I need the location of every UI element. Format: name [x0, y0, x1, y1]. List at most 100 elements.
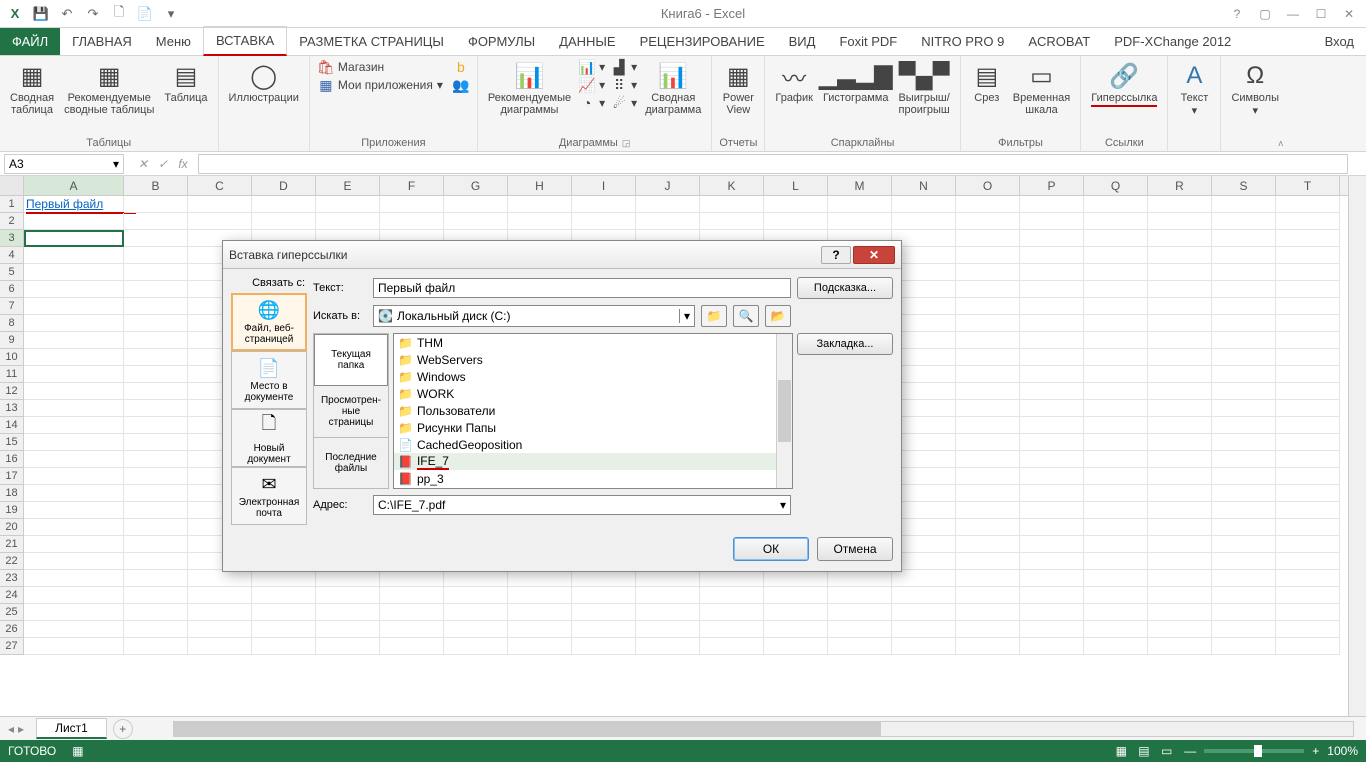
cell-B2[interactable]: [124, 213, 188, 230]
cell-H26[interactable]: [508, 621, 572, 638]
cell-T13[interactable]: [1276, 400, 1340, 417]
cell-S2[interactable]: [1212, 213, 1276, 230]
cell-B24[interactable]: [124, 587, 188, 604]
chart-type-4[interactable]: ▟▾: [609, 58, 639, 76]
row-header-7[interactable]: 7: [0, 298, 24, 315]
cell-S12[interactable]: [1212, 383, 1276, 400]
cell-K27[interactable]: [700, 638, 764, 655]
cell-R1[interactable]: [1148, 196, 1212, 213]
cell-G27[interactable]: [444, 638, 508, 655]
tab-file[interactable]: ФАЙЛ: [0, 28, 60, 55]
cell-B19[interactable]: [124, 502, 188, 519]
cell-C1[interactable]: [188, 196, 252, 213]
tab-insert[interactable]: ВСТАВКА: [203, 26, 287, 56]
cell-S27[interactable]: [1212, 638, 1276, 655]
col-header-E[interactable]: E: [316, 176, 380, 195]
cell-O16[interactable]: [956, 451, 1020, 468]
cell-O6[interactable]: [956, 281, 1020, 298]
redo-icon[interactable]: ↷: [82, 3, 104, 25]
cell-E26[interactable]: [316, 621, 380, 638]
cell-B17[interactable]: [124, 468, 188, 485]
cell-B5[interactable]: [124, 264, 188, 281]
linkto-place-button[interactable]: 📄Место в документе: [231, 351, 307, 409]
cell-P17[interactable]: [1020, 468, 1084, 485]
cell-N24[interactable]: [892, 587, 956, 604]
cell-O19[interactable]: [956, 502, 1020, 519]
sheet-tab-1[interactable]: Лист1: [36, 718, 107, 739]
row-header-18[interactable]: 18: [0, 485, 24, 502]
select-all-corner[interactable]: [0, 176, 24, 195]
cell-F2[interactable]: [380, 213, 444, 230]
row-header-6[interactable]: 6: [0, 281, 24, 298]
row-header-22[interactable]: 22: [0, 553, 24, 570]
cell-A18[interactable]: [24, 485, 124, 502]
browse-file-button[interactable]: 📂: [765, 305, 791, 327]
lookin-combo[interactable]: 💽 Локальный диск (C:) ▾: [373, 305, 695, 327]
cell-S25[interactable]: [1212, 604, 1276, 621]
tab-review[interactable]: РЕЦЕНЗИРОВАНИЕ: [628, 28, 777, 55]
cell-R9[interactable]: [1148, 332, 1212, 349]
cell-O22[interactable]: [956, 553, 1020, 570]
cell-S17[interactable]: [1212, 468, 1276, 485]
row-header-21[interactable]: 21: [0, 536, 24, 553]
chevron-down-icon[interactable]: ▾: [113, 157, 119, 171]
bookmark-button[interactable]: Закладка...: [797, 333, 893, 355]
cell-S1[interactable]: [1212, 196, 1276, 213]
cell-Q26[interactable]: [1084, 621, 1148, 638]
cell-A9[interactable]: [24, 332, 124, 349]
col-header-C[interactable]: C: [188, 176, 252, 195]
cell-O1[interactable]: [956, 196, 1020, 213]
cell-C2[interactable]: [188, 213, 252, 230]
cell-K24[interactable]: [700, 587, 764, 604]
row-header-15[interactable]: 15: [0, 434, 24, 451]
cell-A25[interactable]: [24, 604, 124, 621]
cell-P10[interactable]: [1020, 349, 1084, 366]
cell-P11[interactable]: [1020, 366, 1084, 383]
cell-T19[interactable]: [1276, 502, 1340, 519]
cell-B13[interactable]: [124, 400, 188, 417]
tab-formulas[interactable]: ФОРМУЛЫ: [456, 28, 547, 55]
vertical-scrollbar[interactable]: [1348, 176, 1366, 716]
cell-Q12[interactable]: [1084, 383, 1148, 400]
fx-icon[interactable]: fx: [174, 157, 192, 171]
cell-O2[interactable]: [956, 213, 1020, 230]
cell-P20[interactable]: [1020, 519, 1084, 536]
tab-menu[interactable]: Меню: [144, 28, 203, 55]
cell-A12[interactable]: [24, 383, 124, 400]
linkto-file-button[interactable]: 🌐Файл, веб- страницей: [231, 293, 307, 351]
symbols-button[interactable]: ΩСимволы▾: [1227, 58, 1283, 119]
cell-R3[interactable]: [1148, 230, 1212, 247]
cell-D23[interactable]: [252, 570, 316, 587]
cell-S19[interactable]: [1212, 502, 1276, 519]
cell-B22[interactable]: [124, 553, 188, 570]
cell-G2[interactable]: [444, 213, 508, 230]
cell-Q10[interactable]: [1084, 349, 1148, 366]
col-header-L[interactable]: L: [764, 176, 828, 195]
undo-icon[interactable]: ↶: [56, 3, 78, 25]
cell-C25[interactable]: [188, 604, 252, 621]
cell-T18[interactable]: [1276, 485, 1340, 502]
launcher-icon[interactable]: ◲: [622, 138, 631, 149]
cell-F27[interactable]: [380, 638, 444, 655]
cell-K26[interactable]: [700, 621, 764, 638]
sparkline-line-button[interactable]: 〰График: [771, 58, 817, 106]
cell-L2[interactable]: [764, 213, 828, 230]
cell-R7[interactable]: [1148, 298, 1212, 315]
cell-P7[interactable]: [1020, 298, 1084, 315]
cell-R5[interactable]: [1148, 264, 1212, 281]
cell-B14[interactable]: [124, 417, 188, 434]
cell-B4[interactable]: [124, 247, 188, 264]
cell-A4[interactable]: [24, 247, 124, 264]
cell-B25[interactable]: [124, 604, 188, 621]
cell-A24[interactable]: [24, 587, 124, 604]
cell-N27[interactable]: [892, 638, 956, 655]
cell-S18[interactable]: [1212, 485, 1276, 502]
cell-E25[interactable]: [316, 604, 380, 621]
cell-B7[interactable]: [124, 298, 188, 315]
dialog-close-icon[interactable]: ✕: [853, 246, 895, 264]
cell-N25[interactable]: [892, 604, 956, 621]
help-icon[interactable]: ?: [1224, 4, 1250, 24]
zoom-slider[interactable]: [1204, 749, 1304, 753]
col-header-Q[interactable]: Q: [1084, 176, 1148, 195]
cell-J23[interactable]: [636, 570, 700, 587]
